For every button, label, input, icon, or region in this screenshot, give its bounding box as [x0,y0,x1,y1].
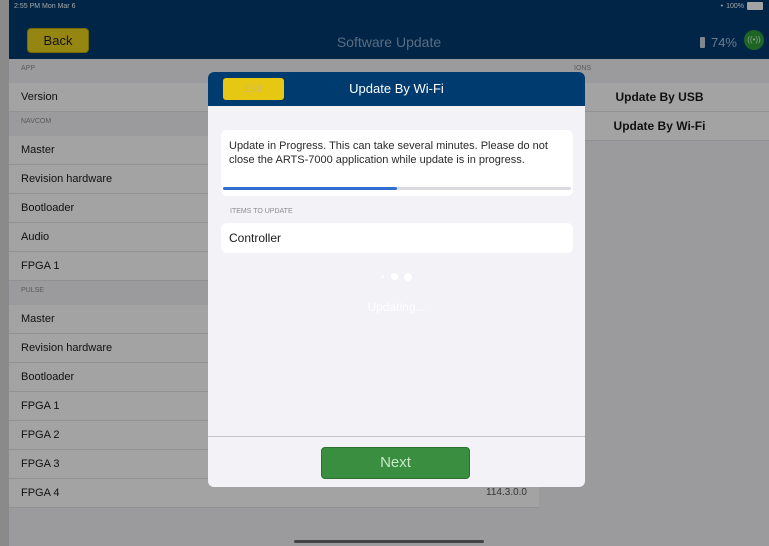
items-to-update-header: ITEMS TO UPDATE [230,208,293,215]
home-indicator[interactable] [294,540,484,543]
update-dialog: Exit Update By Wi-Fi Update in Progress.… [208,72,585,487]
item-label: Controller [229,231,282,245]
progress-fill [223,187,397,190]
next-button[interactable]: Next [321,447,470,479]
loading-spinner-icon [208,268,585,286]
spinner-dot [403,272,412,281]
list-item: Controller [221,223,573,253]
ipad-screen: 2:55 PM Mon Mar 6 • 100% Back Software U… [9,0,769,546]
dialog-footer: Next [208,436,585,487]
progress-card: Update in Progress. This can take severa… [221,130,573,196]
dialog-title: Update By Wi-Fi [349,81,444,96]
updating-label: Updating... [367,300,426,314]
progress-message: Update in Progress. This can take severa… [229,140,548,166]
dialog-header: Exit Update By Wi-Fi [208,72,585,106]
spinner-dot [381,275,385,279]
progress-bar [223,187,571,190]
spinner-dot [390,273,398,281]
